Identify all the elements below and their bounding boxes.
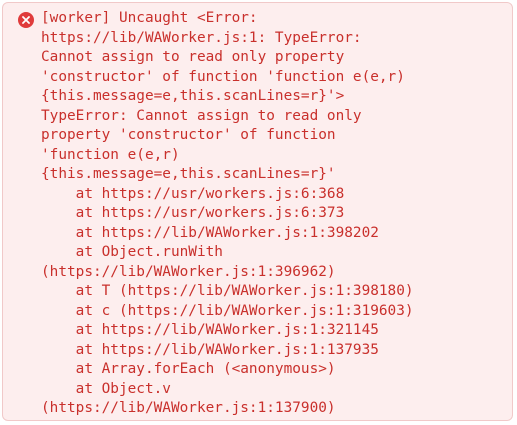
stack-line: 'constructor' of function 'function e(e,… (41, 68, 405, 85)
stack-line: at T (https://lib/WAWorker.js:1:398180) (41, 283, 414, 299)
stack-line: [worker] Uncaught <Error: (41, 10, 258, 26)
stack-line: at https://lib/WAWorker.js:1:137935 (41, 341, 379, 358)
stack-line: (https://lib/WAWorker.js:1:137900) (41, 400, 336, 416)
stack-line: at Array.forEach (<anonymous>) (41, 361, 336, 377)
stack-line: at https://usr/workers.js:6:373 (41, 205, 345, 221)
error-stack-trace: [worker] Uncaught <Error: https://lib/WAW… (41, 9, 414, 419)
stack-line: property 'constructor' of function (41, 127, 336, 143)
stack-line: at https://lib/WAWorker.js:1:398202 (41, 224, 379, 241)
stack-line: at c (https://lib/WAWorker.js:1:319603) (41, 302, 414, 319)
stack-line: https://lib/WAWorker.js:1: TypeError: (41, 29, 362, 46)
stack-line: at Object.runWith (41, 244, 223, 260)
stack-line: at https://lib/WAWorker.js:1:321145 (41, 322, 379, 338)
stack-line: Cannot assign to read only property (41, 49, 345, 65)
stack-line: (https://lib/WAWorker.js:1:396962) (41, 263, 336, 280)
stack-line: at https://usr/workers.js:6:368 (41, 185, 345, 202)
stack-line: at Object.v (41, 380, 171, 397)
console-error-message: [worker] Uncaught <Error: https://lib/WAW… (2, 2, 513, 421)
stack-line: TypeError: Cannot assign to read only (41, 107, 362, 124)
stack-line: 'function e(e,r) (41, 146, 180, 163)
error-x-icon (18, 12, 34, 28)
stack-line: {this.message=e,this.scanLines=r}' (41, 166, 336, 182)
stack-line: {this.message=e,this.scanLines=r}'> (41, 88, 345, 104)
